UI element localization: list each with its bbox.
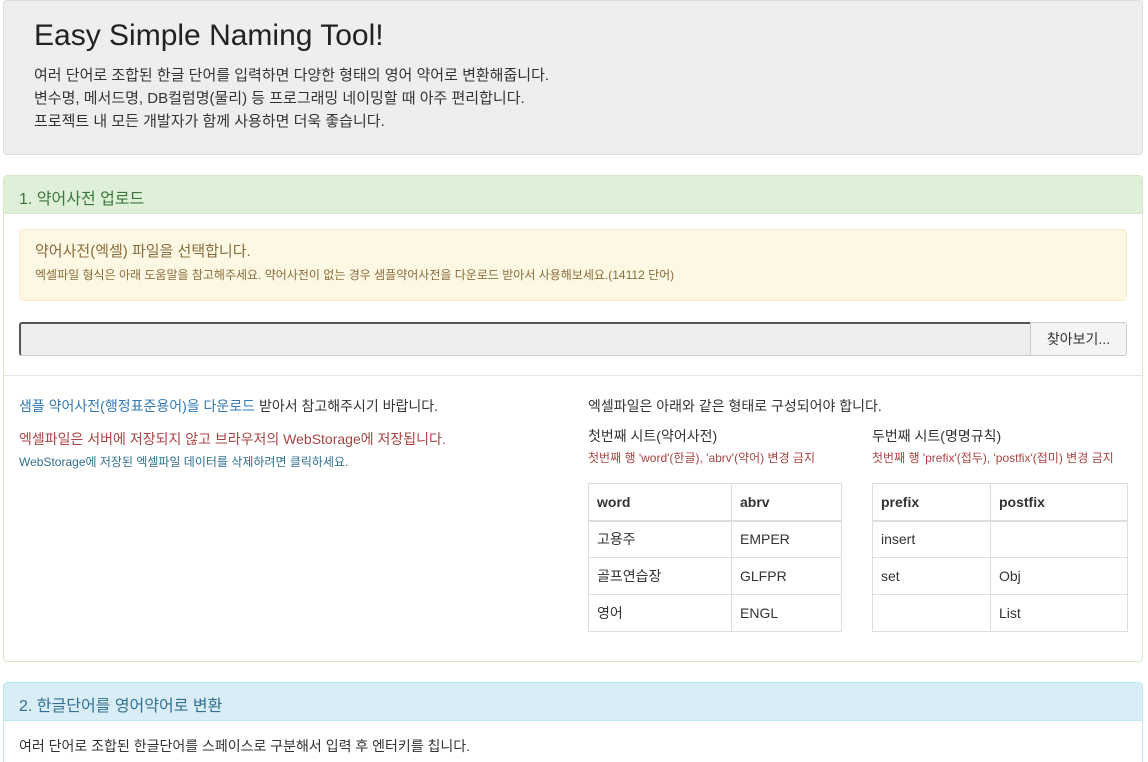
table-header-cell: postfix — [990, 483, 1128, 522]
sheet1-title: 첫번째 시트(약어사전) — [588, 428, 718, 444]
sheet2-table: prefix postfix insert set Obj List — [872, 483, 1128, 632]
table-cell: EMPER — [731, 520, 842, 558]
table-header-cell: prefix — [872, 483, 991, 522]
upload-alert: 약어사전(엑셀) 파일을 선택합니다. 엑셀파일 형식은 아래 도움말을 참고해… — [19, 229, 1127, 301]
intro-line-1: 여러 단어로 조합된 한글 단어를 입력하면 다양한 형태의 영어 약어로 변환… — [34, 67, 550, 84]
table-cell: ENGL — [731, 594, 842, 632]
table-cell — [872, 594, 991, 632]
page-title: Easy Simple Naming Tool! — [34, 19, 384, 52]
table-row: set Obj — [872, 557, 1128, 595]
sample-download-link[interactable]: 샘플 약어사전(행정표준용어)을 다운로드 — [19, 398, 255, 414]
table-cell: Obj — [990, 557, 1128, 595]
sample-download-suffix: 받아서 참고해주시기 바랍니다. — [255, 398, 439, 414]
intro-line-3: 프로젝트 내 모든 개발자가 함께 사용하면 더욱 좋습니다. — [34, 113, 385, 130]
table-row: 골프연습장 GLFPR — [588, 557, 842, 595]
table-header-cell: abrv — [731, 483, 842, 522]
table-header-row: prefix postfix — [872, 483, 1128, 522]
browse-button[interactable]: 찾아보기... — [1030, 322, 1127, 356]
delete-storage-link[interactable]: WebStorage에 저장된 엑셀파일 데이터를 삭제하려면 클릭하세요. — [19, 453, 569, 470]
intro-line-2: 변수명, 메서드명, DB컬럼명(물리) 등 프로그래밍 네이밍할 때 아주 편… — [34, 90, 525, 107]
table-cell: insert — [872, 520, 991, 558]
file-path-input[interactable] — [19, 322, 1031, 356]
table-cell: 영어 — [588, 594, 732, 632]
sheet2-example: 두번째 시트(명명규칙) 첫번째 행 'prefix'(접두), 'postfi… — [872, 426, 1128, 632]
table-row: 고용주 EMPER — [588, 520, 842, 558]
table-cell: set — [872, 557, 991, 595]
file-upload-row: 찾아보기... — [19, 322, 1127, 356]
sheet1-note: 첫번째 행 'word'(한글), 'abrv'(약어) 변경 금지 — [588, 451, 815, 465]
intro-jumbotron: Easy Simple Naming Tool! 여러 단어로 조합된 한글 단… — [3, 0, 1143, 155]
storage-note: 엑셀파일은 서버에 저장되지 않고 브라우저의 WebStorage에 저장됩니… — [19, 431, 446, 447]
table-cell: GLFPR — [731, 557, 842, 595]
table-row: List — [872, 594, 1128, 632]
sheet2-note: 첫번째 행 'prefix'(접두), 'postfix'(접미) 변경 금지 — [872, 451, 1114, 465]
sheet1-table: word abrv 고용주 EMPER 골프연습장 GLFPR 영어 ENGL — [588, 483, 842, 632]
table-cell: 골프연습장 — [588, 557, 732, 595]
upload-panel: 1. 약어사전 업로드 약어사전(엑셀) 파일을 선택합니다. 엑셀파일 형식은… — [3, 175, 1143, 662]
table-row: 영어 ENGL — [588, 594, 842, 632]
table-cell — [990, 520, 1128, 558]
table-row: insert — [872, 520, 1128, 558]
convert-panel: 2. 한글단어를 영어약어로 변환 여러 단어로 조합된 한글단어를 스페이스로… — [3, 682, 1143, 762]
table-header-row: word abrv — [588, 483, 842, 522]
sheet1-example: 첫번째 시트(약어사전) 첫번째 행 'word'(한글), 'abrv'(약어… — [588, 426, 842, 632]
format-title: 엑셀파일은 아래와 같은 형태로 구성되어야 합니다. — [588, 398, 882, 414]
table-cell: List — [990, 594, 1128, 632]
alert-title: 약어사전(엑셀) 파일을 선택합니다. — [35, 243, 251, 260]
alert-description: 엑셀파일 형식은 아래 도움말을 참고해주세요. 약어사전이 없는 경우 샘플약… — [35, 268, 675, 282]
sheet2-title: 두번째 시트(명명규칙) — [872, 428, 1002, 444]
sample-download-line: 샘플 약어사전(행정표준용어)을 다운로드 받아서 참고해주시기 바랍니다. — [19, 396, 569, 416]
convert-description: 여러 단어로 조합된 한글단어를 스페이스로 구분해서 입력 후 엔터키를 칩니… — [19, 738, 471, 754]
upload-panel-heading: 1. 약어사전 업로드 — [4, 176, 1142, 214]
help-left-column: 샘플 약어사전(행정표준용어)을 다운로드 받아서 참고해주시기 바랍니다. 엑… — [19, 396, 569, 470]
table-header-cell: word — [588, 483, 732, 522]
table-cell: 고용주 — [588, 520, 732, 558]
divider — [4, 375, 1142, 376]
convert-panel-heading: 2. 한글단어를 영어약어로 변환 — [4, 683, 1142, 721]
